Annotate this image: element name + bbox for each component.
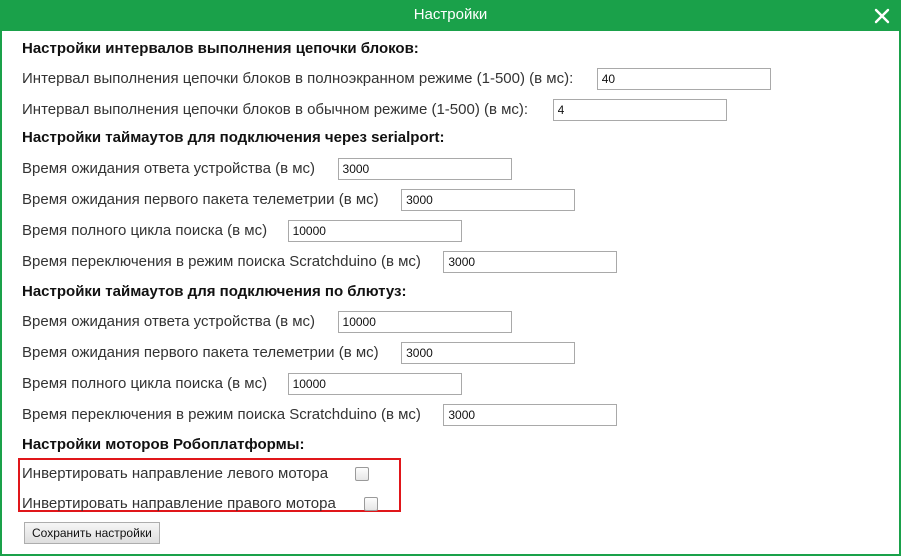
serial-switch-label: Время переключения в режим поиска Scratc…: [22, 253, 421, 270]
normal-interval-label: Интервал выполнения цепочки блоков в обы…: [22, 101, 529, 118]
bt-switch-input[interactable]: [443, 404, 618, 426]
bt-telemetry-label: Время ожидания первого пакета телеметрии…: [22, 344, 379, 361]
dialog-title: Настройки: [413, 6, 488, 23]
row-invert-right: Инвертировать направление правого мотора: [22, 492, 379, 516]
close-icon[interactable]: [873, 7, 891, 25]
row-bt-search-cycle: Время полного цикла поиска (в мс): [22, 372, 462, 396]
bt-switch-label: Время переключения в режим поиска Scratc…: [22, 406, 421, 423]
invert-left-label: Инвертировать направление левого мотора: [22, 465, 329, 482]
settings-dialog: Настройки Настройки интервалов выполнени…: [0, 0, 901, 556]
section-title-bluetooth: Настройки таймаутов для подключения по б…: [22, 283, 407, 300]
row-fullscreen-interval: Интервал выполнения цепочки блоков в пол…: [22, 67, 771, 91]
fullscreen-interval-input[interactable]: [596, 68, 771, 90]
row-serial-response: Время ожидания ответа устройства (в мс): [22, 157, 512, 181]
invert-right-label: Инвертировать направление правого мотора: [22, 495, 336, 512]
row-serial-switch: Время переключения в режим поиска Scratc…: [22, 250, 618, 274]
bt-search-cycle-input[interactable]: [287, 373, 462, 395]
row-bt-telemetry: Время ожидания первого пакета телеметрии…: [22, 341, 576, 365]
serial-search-cycle-label: Время полного цикла поиска (в мс): [22, 222, 268, 239]
serial-search-cycle-input[interactable]: [287, 220, 462, 242]
title-bar: Настройки: [0, 0, 901, 31]
serial-switch-input[interactable]: [443, 251, 618, 273]
section-title-intervals: Настройки интервалов выполнения цепочки …: [22, 40, 419, 57]
serial-response-label: Время ожидания ответа устройства (в мс): [22, 160, 316, 177]
row-bt-switch: Время переключения в режим поиска Scratc…: [22, 403, 618, 427]
serial-response-input[interactable]: [337, 158, 512, 180]
section-title-motors: Настройки моторов Робоплатформы:: [22, 436, 305, 453]
save-settings-button[interactable]: Сохранить настройки: [24, 522, 160, 544]
fullscreen-interval-label: Интервал выполнения цепочки блоков в пол…: [22, 70, 574, 87]
bt-search-cycle-label: Время полного цикла поиска (в мс): [22, 375, 268, 392]
row-normal-interval: Интервал выполнения цепочки блоков в обы…: [22, 98, 727, 122]
invert-left-checkbox[interactable]: [354, 467, 369, 481]
normal-interval-input[interactable]: [552, 99, 727, 121]
section-title-serial: Настройки таймаутов для подключения чере…: [22, 129, 445, 146]
invert-right-checkbox[interactable]: [364, 497, 379, 511]
row-serial-telemetry: Время ожидания первого пакета телеметрии…: [22, 188, 576, 212]
serial-telemetry-input[interactable]: [401, 189, 576, 211]
row-bt-response: Время ожидания ответа устройства (в мс): [22, 310, 512, 334]
row-serial-search-cycle: Время полного цикла поиска (в мс): [22, 219, 462, 243]
bt-response-label: Время ожидания ответа устройства (в мс): [22, 313, 316, 330]
bt-response-input[interactable]: [337, 311, 512, 333]
row-invert-left: Инвертировать направление левого мотора: [22, 462, 369, 486]
serial-telemetry-label: Время ожидания первого пакета телеметрии…: [22, 191, 379, 208]
bt-telemetry-input[interactable]: [401, 342, 576, 364]
